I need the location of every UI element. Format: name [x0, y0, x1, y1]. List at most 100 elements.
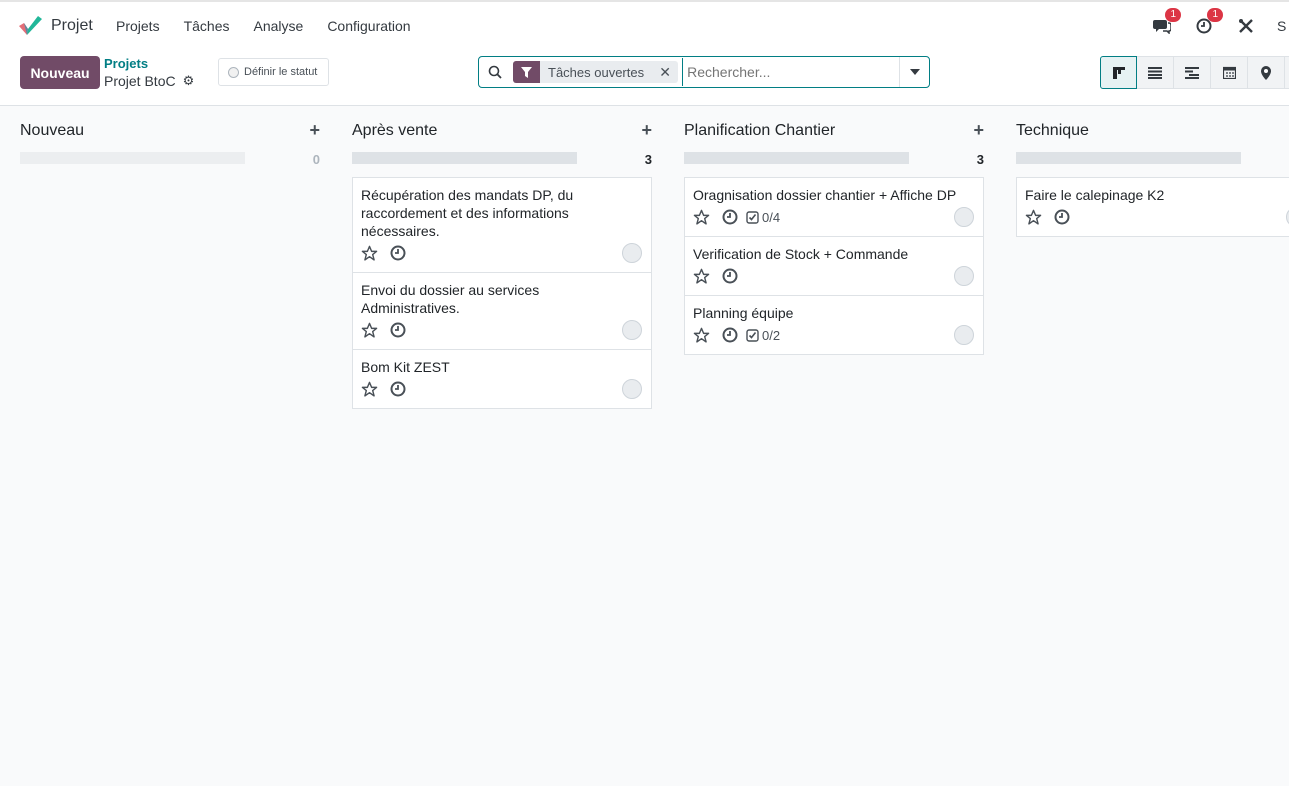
task-state-dot[interactable]: [954, 325, 974, 345]
list-icon: [1148, 66, 1162, 79]
task-card[interactable]: Oragnisation dossier chantier + Affiche …: [685, 178, 983, 237]
task-card[interactable]: Envoi du dossier au services Administrat…: [353, 273, 651, 350]
column-count: 3: [644, 152, 652, 167]
star-icon[interactable]: [693, 209, 710, 226]
column-title[interactable]: Technique: [1016, 122, 1089, 140]
task-title: Oragnisation dossier chantier + Affiche …: [693, 187, 957, 203]
card-list: Oragnisation dossier chantier + Affiche …: [684, 177, 984, 355]
list-view-button[interactable]: [1137, 56, 1174, 89]
search-options-toggle[interactable]: [899, 57, 929, 87]
task-state-dot[interactable]: [954, 266, 974, 286]
column-title[interactable]: Après vente: [352, 122, 437, 140]
search-bar: Tâches ouvertes ✕: [478, 56, 930, 88]
star-icon[interactable]: [361, 245, 378, 262]
star-icon[interactable]: [361, 381, 378, 398]
column-count: 3: [976, 152, 984, 167]
column-title[interactable]: Planification Chantier: [684, 122, 835, 140]
messaging-button[interactable]: 1: [1151, 8, 1181, 37]
subtasks-counter[interactable]: 0/4: [746, 210, 780, 225]
column-count: 0: [312, 152, 320, 167]
search-input[interactable]: [682, 58, 899, 86]
breadcrumb-current: Projet BtoC ⚙: [104, 73, 194, 89]
filter-icon: [513, 61, 540, 83]
star-icon[interactable]: [361, 322, 378, 339]
facet-label: Tâches ouvertes: [540, 61, 653, 83]
menu-item-taches[interactable]: Tâches: [184, 18, 230, 34]
search-icon[interactable]: [479, 57, 511, 87]
card-list: Faire le calepinage K2: [1016, 177, 1289, 237]
control-panel: Nouveau Projets Projet BtoC ⚙ Définir le…: [0, 50, 1289, 106]
activity-clock-icon[interactable]: [390, 381, 406, 397]
column-progress-bar[interactable]: [20, 152, 245, 164]
star-icon[interactable]: [693, 268, 710, 285]
view-switcher: [1100, 56, 1289, 89]
debug-tools-button[interactable]: [1235, 15, 1257, 37]
gantt-icon: [1185, 66, 1199, 79]
breadcrumb-current-label: Projet BtoC: [104, 73, 176, 89]
star-icon[interactable]: [1025, 209, 1042, 226]
set-status-button[interactable]: Définir le statut: [218, 58, 329, 86]
top-navbar: Projet Projets Tâches Analyse Configurat…: [0, 0, 1289, 50]
tools-icon: [1239, 19, 1253, 33]
new-button[interactable]: Nouveau: [20, 56, 100, 89]
menu-item-configuration[interactable]: Configuration: [327, 18, 410, 34]
activity-clock-icon[interactable]: [722, 327, 738, 343]
breadcrumb-parent[interactable]: Projets: [104, 56, 148, 71]
task-title: Bom Kit ZEST: [361, 359, 450, 375]
column-progress-bar[interactable]: [684, 152, 909, 164]
menu-item-projets[interactable]: Projets: [116, 18, 160, 34]
kanban-view-button[interactable]: [1100, 56, 1137, 89]
add-card-icon[interactable]: +: [641, 120, 652, 141]
kanban-board: Nouveau + 0 Après vente + 3 Récupération…: [0, 106, 1289, 786]
task-card[interactable]: Faire le calepinage K2: [1017, 178, 1289, 236]
checkbox-icon: [746, 210, 759, 224]
task-title: Récupération des mandats DP, du raccorde…: [361, 187, 574, 239]
app-name[interactable]: Projet: [51, 17, 93, 35]
checkbox-icon: [746, 328, 759, 342]
subtasks-label: 0/4: [762, 209, 781, 225]
star-icon[interactable]: [693, 327, 710, 344]
gantt-view-button[interactable]: [1174, 56, 1211, 89]
task-title: Envoi du dossier au services Administrat…: [361, 282, 540, 316]
task-state-dot[interactable]: [622, 320, 642, 340]
calendar-icon: [1222, 66, 1236, 79]
activity-clock-icon[interactable]: [722, 209, 738, 225]
task-state-dot[interactable]: [954, 207, 974, 227]
activity-view-button[interactable]: [1285, 56, 1289, 89]
map-pin-icon: [1261, 65, 1271, 80]
column-progress-bar[interactable]: [1016, 152, 1241, 164]
app-logo-icon[interactable]: [18, 15, 42, 37]
task-state-dot[interactable]: [622, 379, 642, 399]
add-card-icon[interactable]: +: [309, 120, 320, 141]
task-card[interactable]: Récupération des mandats DP, du raccorde…: [353, 178, 651, 273]
kanban-column: Technique Faire le calepinage K2: [1016, 106, 1289, 306]
main-menu: Projets Tâches Analyse Configuration: [116, 18, 435, 34]
facet-remove-icon[interactable]: ✕: [652, 61, 679, 83]
activity-clock-icon[interactable]: [722, 268, 738, 284]
kanban-icon: [1112, 66, 1125, 79]
menu-item-analyse[interactable]: Analyse: [254, 18, 304, 34]
map-view-button[interactable]: [1248, 56, 1285, 89]
task-title: Planning équipe: [693, 305, 794, 321]
task-card[interactable]: Planning équipe 0/2: [685, 296, 983, 354]
task-title: Faire le calepinage K2: [1025, 187, 1165, 203]
activity-clock-icon[interactable]: [1054, 209, 1070, 225]
task-state-dot[interactable]: [622, 243, 642, 263]
messages-badge: 1: [1165, 8, 1181, 22]
subtasks-counter[interactable]: 0/2: [746, 328, 780, 343]
task-card[interactable]: Bom Kit ZEST: [353, 350, 651, 408]
activity-clock-icon[interactable]: [390, 245, 406, 261]
calendar-view-button[interactable]: [1211, 56, 1248, 89]
task-card[interactable]: Verification de Stock + Commande: [685, 237, 983, 296]
column-progress-bar[interactable]: [352, 152, 577, 164]
activities-badge: 1: [1207, 8, 1223, 22]
systray: 1 1 S: [1151, 8, 1289, 37]
add-card-icon[interactable]: +: [973, 120, 984, 141]
caret-down-icon: [909, 69, 920, 75]
activities-button[interactable]: 1: [1193, 8, 1223, 37]
gear-icon[interactable]: ⚙: [183, 73, 195, 89]
activity-clock-icon[interactable]: [390, 322, 406, 338]
user-avatar[interactable]: S: [1277, 18, 1289, 34]
search-facet: Tâches ouvertes ✕: [513, 61, 679, 83]
column-title[interactable]: Nouveau: [20, 122, 84, 140]
